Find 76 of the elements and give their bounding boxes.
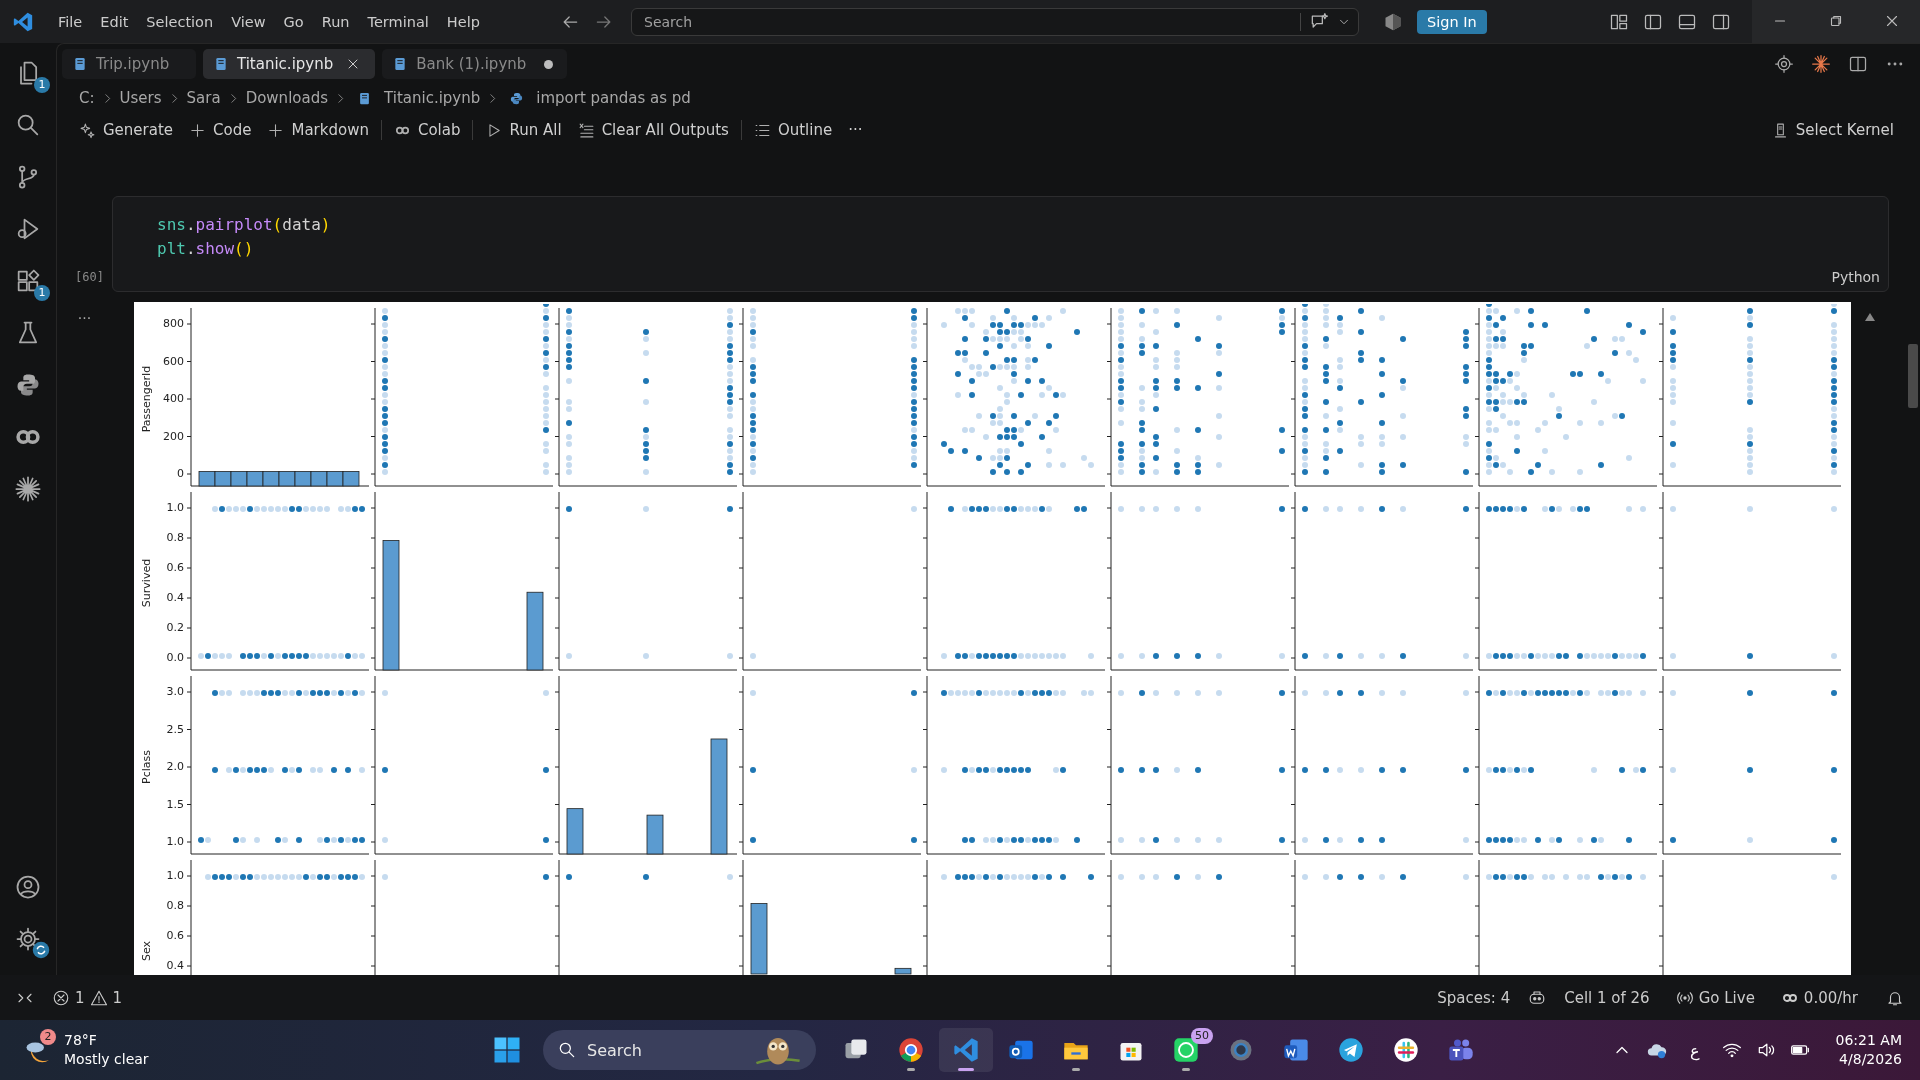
tick-label: 0.0 xyxy=(166,650,184,666)
breadcrumb-item[interactable]: Titanic.ipynb xyxy=(382,89,483,107)
breadcrumb-item[interactable]: import pandas as pd xyxy=(534,89,693,107)
axis-label: Survived xyxy=(139,558,153,608)
status-item[interactable]: 0.00/hr xyxy=(1772,988,1866,1007)
menu-item[interactable]: File xyxy=(49,10,92,33)
breadcrumb-item[interactable]: Users xyxy=(117,89,164,107)
output-menu-button[interactable]: ... xyxy=(77,306,92,322)
more-button[interactable]: ··· xyxy=(840,118,871,142)
tick-label: 0.6 xyxy=(166,560,184,576)
axis-label: Pclass xyxy=(139,750,153,784)
axis-label: PassengerId xyxy=(139,365,153,433)
editor-tab[interactable]: Trip.ipynb xyxy=(62,49,196,79)
tick-label: 3.0 xyxy=(166,684,184,700)
status-item[interactable]: Spaces: 4 xyxy=(1429,988,1519,1007)
menu-item[interactable]: Terminal xyxy=(358,10,438,33)
breadcrumb-item[interactable]: C: xyxy=(77,89,97,107)
tick-label: 800 xyxy=(163,316,184,332)
language-label[interactable]: Python xyxy=(1831,269,1880,285)
weather-text: Mostly clear xyxy=(64,1050,149,1069)
code-cell[interactable]: sns.pairplot(data) plt.show() Python xyxy=(112,196,1889,292)
tick-label: 400 xyxy=(163,391,184,407)
editor-tab[interactable]: Bank (1).ipynb xyxy=(382,49,568,79)
sign-in-button[interactable]: Sign In xyxy=(1417,9,1487,34)
taskbar-app[interactable]: 50 xyxy=(1159,1028,1213,1072)
notification-badge: 2 xyxy=(40,1029,56,1045)
count-badge: 1 xyxy=(34,285,50,301)
count-badge: 50 xyxy=(1191,1028,1213,1044)
menu-item[interactable]: Go xyxy=(274,10,313,33)
toolbar-button[interactable]: Markdown xyxy=(259,118,377,142)
select-kernel-button[interactable]: Select Kernel xyxy=(1763,118,1902,142)
menu-item[interactable]: View xyxy=(222,10,275,33)
tick-label: 0.2 xyxy=(166,620,184,636)
tick-label: 600 xyxy=(163,353,184,370)
tick-label: 0.6 xyxy=(166,928,184,944)
toolbar-button[interactable]: Code xyxy=(181,118,260,142)
menu-item[interactable]: Run xyxy=(312,10,359,33)
toolbar-button[interactable]: Clear All Outputs xyxy=(569,118,737,142)
menu-item[interactable]: Help xyxy=(437,10,489,33)
axis-label: Sex xyxy=(139,940,153,962)
tick-label: 0.4 xyxy=(166,590,184,606)
toolbar-button[interactable]: Outline xyxy=(745,118,841,142)
clock[interactable]: 06:21 AM 4/8/2026 xyxy=(1835,1031,1902,1069)
menu-item[interactable]: Selection xyxy=(137,10,223,33)
code-line: plt.show() xyxy=(157,238,255,260)
code-line: sns.pairplot(data) xyxy=(157,214,332,236)
toolbar-button[interactable]: Colab xyxy=(385,118,469,142)
weather-widget[interactable]: 2 78°F Mostly clear xyxy=(0,1031,464,1069)
breadcrumb-item[interactable]: Downloads xyxy=(243,89,330,107)
tick-label: 2.0 xyxy=(166,759,184,775)
tick-label: 0.8 xyxy=(166,898,184,914)
temperature-text: 78°F xyxy=(64,1031,98,1050)
taskbar-search-field[interactable]: Search xyxy=(543,1030,816,1070)
tick-label: 200 xyxy=(163,428,184,445)
tick-label: 1.5 xyxy=(166,796,184,813)
date-text: 4/8/2026 xyxy=(1839,1050,1902,1069)
go-live-button[interactable]: Go Live xyxy=(1667,988,1763,1007)
toolbar-button[interactable]: Run All xyxy=(477,118,570,142)
tick-label: 1.0 xyxy=(166,500,184,516)
execution-count: [60] xyxy=(75,270,104,286)
input-language[interactable]: ع xyxy=(1682,1040,1708,1060)
tick-label: 1.0 xyxy=(166,834,184,850)
editor-tab[interactable]: Titanic.ipynb xyxy=(203,49,376,79)
tick-label: 1.0 xyxy=(166,868,184,884)
tick-label: 0.4 xyxy=(166,958,184,974)
tick-label: 0.8 xyxy=(166,530,184,546)
time-text: 06:21 AM xyxy=(1835,1031,1902,1050)
problems-button[interactable]: 1 1 xyxy=(44,988,131,1007)
breadcrumb-item[interactable]: Sara xyxy=(184,89,223,107)
toolbar-button[interactable]: Generate xyxy=(71,118,182,142)
count-badge: 1 xyxy=(34,77,50,93)
status-item[interactable]: Cell 1 of 26 xyxy=(1556,988,1658,1007)
menu-item[interactable]: Edit xyxy=(91,10,138,33)
tick-label: 0 xyxy=(177,466,184,482)
search-field[interactable]: Search xyxy=(631,7,1359,36)
tick-label: 2.5 xyxy=(166,721,184,738)
